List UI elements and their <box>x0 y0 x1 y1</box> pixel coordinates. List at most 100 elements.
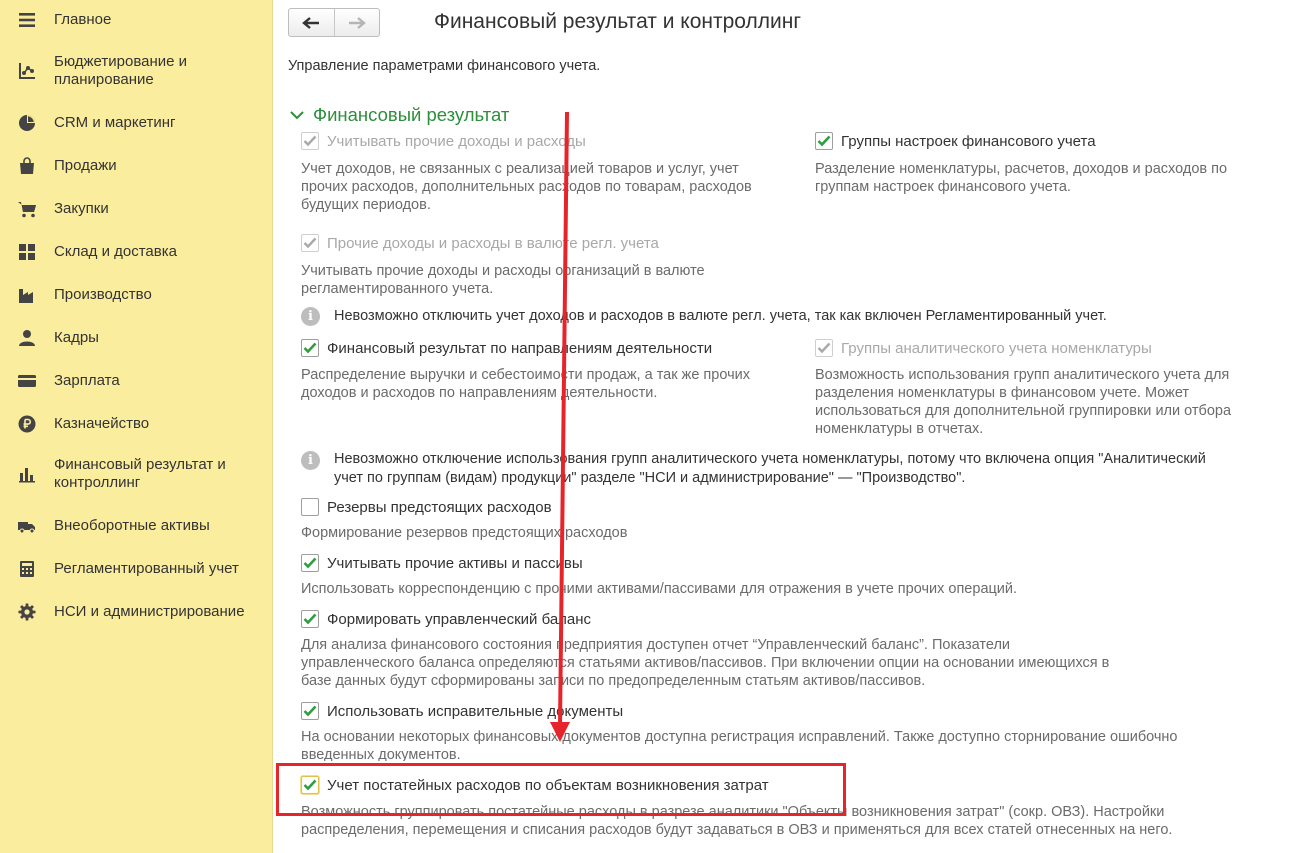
currency-note-text: Невозможно отключить учет доходов и расх… <box>334 308 1107 324</box>
section-toggle[interactable]: Финансовый результат <box>290 104 509 126</box>
settings-groups-label: Группы настроек финансового учета <box>841 132 1096 150</box>
directions-label: Финансовый результат по направлениям дея… <box>327 339 713 357</box>
currency-label: Прочие доходы и расходы в валюте регл. у… <box>327 234 659 252</box>
sidebar-item-label: Регламентированный учет <box>54 560 239 577</box>
sidebar-item-crm[interactable]: CRM и маркетинг <box>0 113 273 133</box>
checkmark-icon <box>817 135 831 147</box>
option-reserves: Резервы предстоящих расходов <box>301 498 552 516</box>
sidebar-item-label: Финансовый результат и контроллинг <box>54 456 226 491</box>
other-assets-description: Использовать корреспонденцию с прочими а… <box>301 581 1018 597</box>
directions-checkbox[interactable] <box>301 339 319 357</box>
arrow-left-icon <box>302 16 320 29</box>
sidebar-item-main[interactable]: Главное <box>0 10 273 30</box>
highlight-box <box>276 763 846 816</box>
corrective-docs-label: Использовать исправительные документы <box>327 702 624 720</box>
sidebar-item-budgeting[interactable]: Бюджетирование и планирование <box>0 53 273 91</box>
reserves-label: Резервы предстоящих расходов <box>327 498 552 516</box>
sidebar-item-label: Бюджетирование и планирование <box>54 53 188 88</box>
sidebar-item-production[interactable]: Производство <box>0 285 273 305</box>
reserves-description: Формирование резервов предстоящих расход… <box>301 525 628 541</box>
sidebar-item-admin[interactable]: НСИ и администрирование <box>0 602 273 622</box>
gear-icon <box>17 602 37 622</box>
wallet-icon <box>17 371 37 391</box>
truck-icon <box>17 516 37 536</box>
currency-note: i Невозможно отключить учет доходов и ра… <box>301 307 1107 326</box>
person-icon <box>17 328 37 348</box>
chevron-down-icon <box>290 110 304 119</box>
cart-icon <box>17 199 37 219</box>
page-title: Финансовый результат и контроллинг <box>434 10 802 33</box>
ruble-coin-icon <box>17 414 37 434</box>
directions-description: Распределение выручки и себестоимости пр… <box>301 367 750 401</box>
back-button[interactable] <box>289 9 334 36</box>
checkmark-icon <box>303 705 317 717</box>
sidebar-item-label: Продажи <box>54 157 117 174</box>
option-directions: Финансовый результат по направлениям дея… <box>301 339 712 357</box>
mgmt-balance-description: Для анализа финансового состояния предпр… <box>301 637 1110 689</box>
analytic-groups-checkbox[interactable] <box>815 339 833 357</box>
forward-button[interactable] <box>333 9 380 36</box>
sidebar-item-label: Закупки <box>54 200 109 217</box>
checkmark-icon <box>303 613 317 625</box>
mgmt-balance-label: Формировать управленческий баланс <box>327 610 592 628</box>
settings-groups-description: Разделение номенклатуры, расчетов, доход… <box>815 161 1228 195</box>
corrective-docs-description: На основании некоторых финансовых докуме… <box>301 729 1178 761</box>
option-other-assets: Учитывать прочие активы и пассивы <box>301 554 583 572</box>
sidebar-item-fixed-assets[interactable]: Внеоборотные активы <box>0 516 273 536</box>
sidebar-item-label: Главное <box>54 11 112 28</box>
other-income-checkbox[interactable] <box>301 132 319 150</box>
menu-icon <box>17 10 37 30</box>
mgmt-balance-checkbox[interactable] <box>301 610 319 628</box>
checkmark-icon <box>303 557 317 569</box>
sidebar-item-finresult[interactable]: Финансовый результат и контроллинг <box>0 456 273 494</box>
other-assets-label: Учитывать прочие активы и пассивы <box>327 554 583 572</box>
currency-checkbox[interactable] <box>301 234 319 252</box>
analytic-groups-description: Возможность использования групп аналитич… <box>815 367 1232 437</box>
arrow-right-icon <box>348 16 366 29</box>
info-icon: i <box>301 451 320 470</box>
currency-description: Учитывать прочие доходы и расходы органи… <box>301 263 705 297</box>
sidebar-item-label: Производство <box>54 286 152 303</box>
analytic-note: i Невозможно отключение использования гр… <box>301 450 1206 488</box>
reserves-checkbox[interactable] <box>301 498 319 516</box>
option-settings-groups: Группы настроек финансового учета <box>815 132 1096 150</box>
option-corrective-docs: Использовать исправительные документы <box>301 702 623 720</box>
checkmark-icon <box>303 342 317 354</box>
option-other-income: Учитывать прочие доходы и расходы <box>301 132 586 150</box>
sidebar-item-treasury[interactable]: Казначейство <box>0 414 273 434</box>
sidebar-item-label: Казначейство <box>54 415 150 432</box>
sidebar-item-regulated[interactable]: Регламентированный учет <box>0 559 273 579</box>
other-income-label: Учитывать прочие доходы и расходы <box>327 132 586 150</box>
other-assets-checkbox[interactable] <box>301 554 319 572</box>
option-mgmt-balance: Формировать управленческий баланс <box>301 610 591 628</box>
pie-chart-icon <box>17 113 37 133</box>
warehouse-grid-icon <box>17 242 37 262</box>
sidebar-item-label: Склад и доставка <box>54 243 177 260</box>
option-currency: Прочие доходы и расходы в валюте регл. у… <box>301 234 659 252</box>
sidebar-item-purchases[interactable]: Закупки <box>0 199 273 219</box>
sidebar-item-label: Кадры <box>54 329 99 346</box>
corrective-docs-checkbox[interactable] <box>301 702 319 720</box>
checkmark-icon <box>817 342 831 354</box>
option-analytic-groups: Группы аналитического учета номенклатуры <box>815 339 1152 357</box>
other-income-description: Учет доходов, не связанных с реализацией… <box>301 161 752 213</box>
budget-chart-icon <box>17 61 37 81</box>
analytic-note-text: Невозможно отключение использования груп… <box>334 451 1206 486</box>
checkmark-icon <box>303 135 317 147</box>
bar-chart-icon <box>17 464 37 484</box>
checkmark-icon <box>303 237 317 249</box>
factory-icon <box>17 285 37 305</box>
info-icon: i <box>301 307 320 326</box>
sidebar-item-label: Зарплата <box>54 372 120 389</box>
analytic-groups-label: Группы аналитического учета номенклатуры <box>841 339 1152 357</box>
settings-groups-checkbox[interactable] <box>815 132 833 150</box>
sidebar-item-sales[interactable]: Продажи <box>0 156 273 176</box>
sidebar-item-label: CRM и маркетинг <box>54 114 176 131</box>
page-subtitle: Управление параметрами финансового учета… <box>288 58 601 74</box>
sidebar-item-warehouse[interactable]: Склад и доставка <box>0 242 273 262</box>
sidebar-item-label: НСИ и администрирование <box>54 603 245 620</box>
main-panel: Финансовый результат и контроллинг Управ… <box>274 0 1293 853</box>
sidebar-item-salary[interactable]: Зарплата <box>0 371 273 391</box>
sidebar-item-hr[interactable]: Кадры <box>0 328 273 348</box>
sidebar-item-label: Внеоборотные активы <box>54 517 210 534</box>
